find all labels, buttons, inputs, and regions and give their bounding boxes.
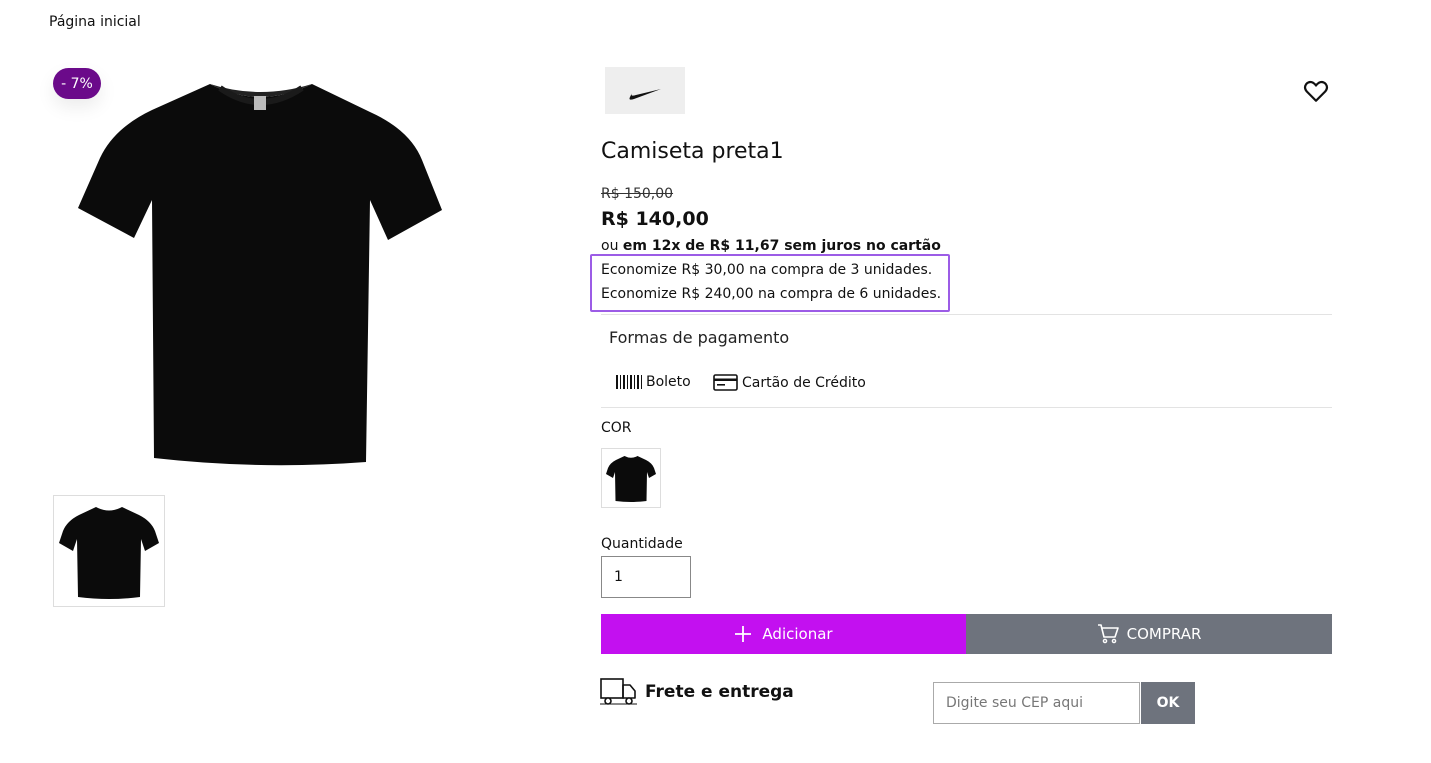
credit-card-icon (713, 374, 738, 391)
savings-tier-3: Economize R$ 30,00 na compra de 3 unidad… (601, 262, 933, 278)
color-label: COR (601, 420, 632, 436)
add-to-cart-button[interactable]: Adicionar (601, 614, 966, 654)
installments-info: ou em 12x de R$ 11,67 sem juros no cartã… (601, 238, 941, 254)
buy-button[interactable]: COMPRAR (966, 614, 1332, 654)
payment-methods-heading: Formas de pagamento (609, 328, 790, 347)
shipping-title-text: Frete e entrega (645, 682, 794, 702)
cep-ok-button[interactable]: OK (1141, 682, 1195, 724)
tshirt-swatch-image (606, 456, 656, 502)
installments-prefix: ou (601, 238, 619, 254)
installments-terms: em 12x de R$ 11,67 sem juros no cartão (622, 238, 941, 254)
old-price: R$ 150,00 (601, 186, 674, 202)
divider (601, 314, 1332, 315)
breadcrumb-home-link[interactable]: Página inicial (49, 14, 141, 30)
barcode-icon (616, 375, 642, 389)
payment-method-credit-card[interactable]: Cartão de Crédito (713, 374, 866, 391)
buy-button-label: COMPRAR (1126, 625, 1202, 643)
product-main-image[interactable] (70, 70, 450, 470)
quantity-label: Quantidade (601, 536, 683, 552)
add-button-label: Adicionar (762, 625, 833, 643)
cep-input[interactable] (933, 682, 1140, 724)
plus-icon (735, 626, 752, 642)
payment-method-label: Boleto (646, 374, 691, 390)
delivery-truck-icon (600, 678, 637, 705)
product-thumbnail[interactable] (53, 495, 165, 607)
current-price: R$ 140,00 (601, 208, 709, 230)
shipping-section-title: Frete e entrega (600, 677, 794, 707)
cart-icon (1097, 624, 1119, 644)
product-title: Camiseta preta1 (601, 139, 784, 164)
discount-badge: - 7% (53, 68, 101, 99)
color-swatch-black[interactable] (601, 448, 661, 508)
divider (601, 407, 1332, 408)
nike-logo (629, 88, 661, 100)
payment-method-boleto[interactable]: Boleto (616, 374, 691, 390)
savings-tier-6: Economize R$ 240,00 na compra de 6 unida… (601, 286, 942, 302)
quantity-input[interactable] (601, 556, 691, 598)
payment-method-label: Cartão de Crédito (742, 374, 866, 391)
wishlist-heart-icon[interactable] (1303, 78, 1329, 104)
tshirt-image (78, 84, 442, 466)
brand-logo[interactable] (605, 67, 685, 114)
tshirt-thumbnail-image (59, 507, 159, 599)
